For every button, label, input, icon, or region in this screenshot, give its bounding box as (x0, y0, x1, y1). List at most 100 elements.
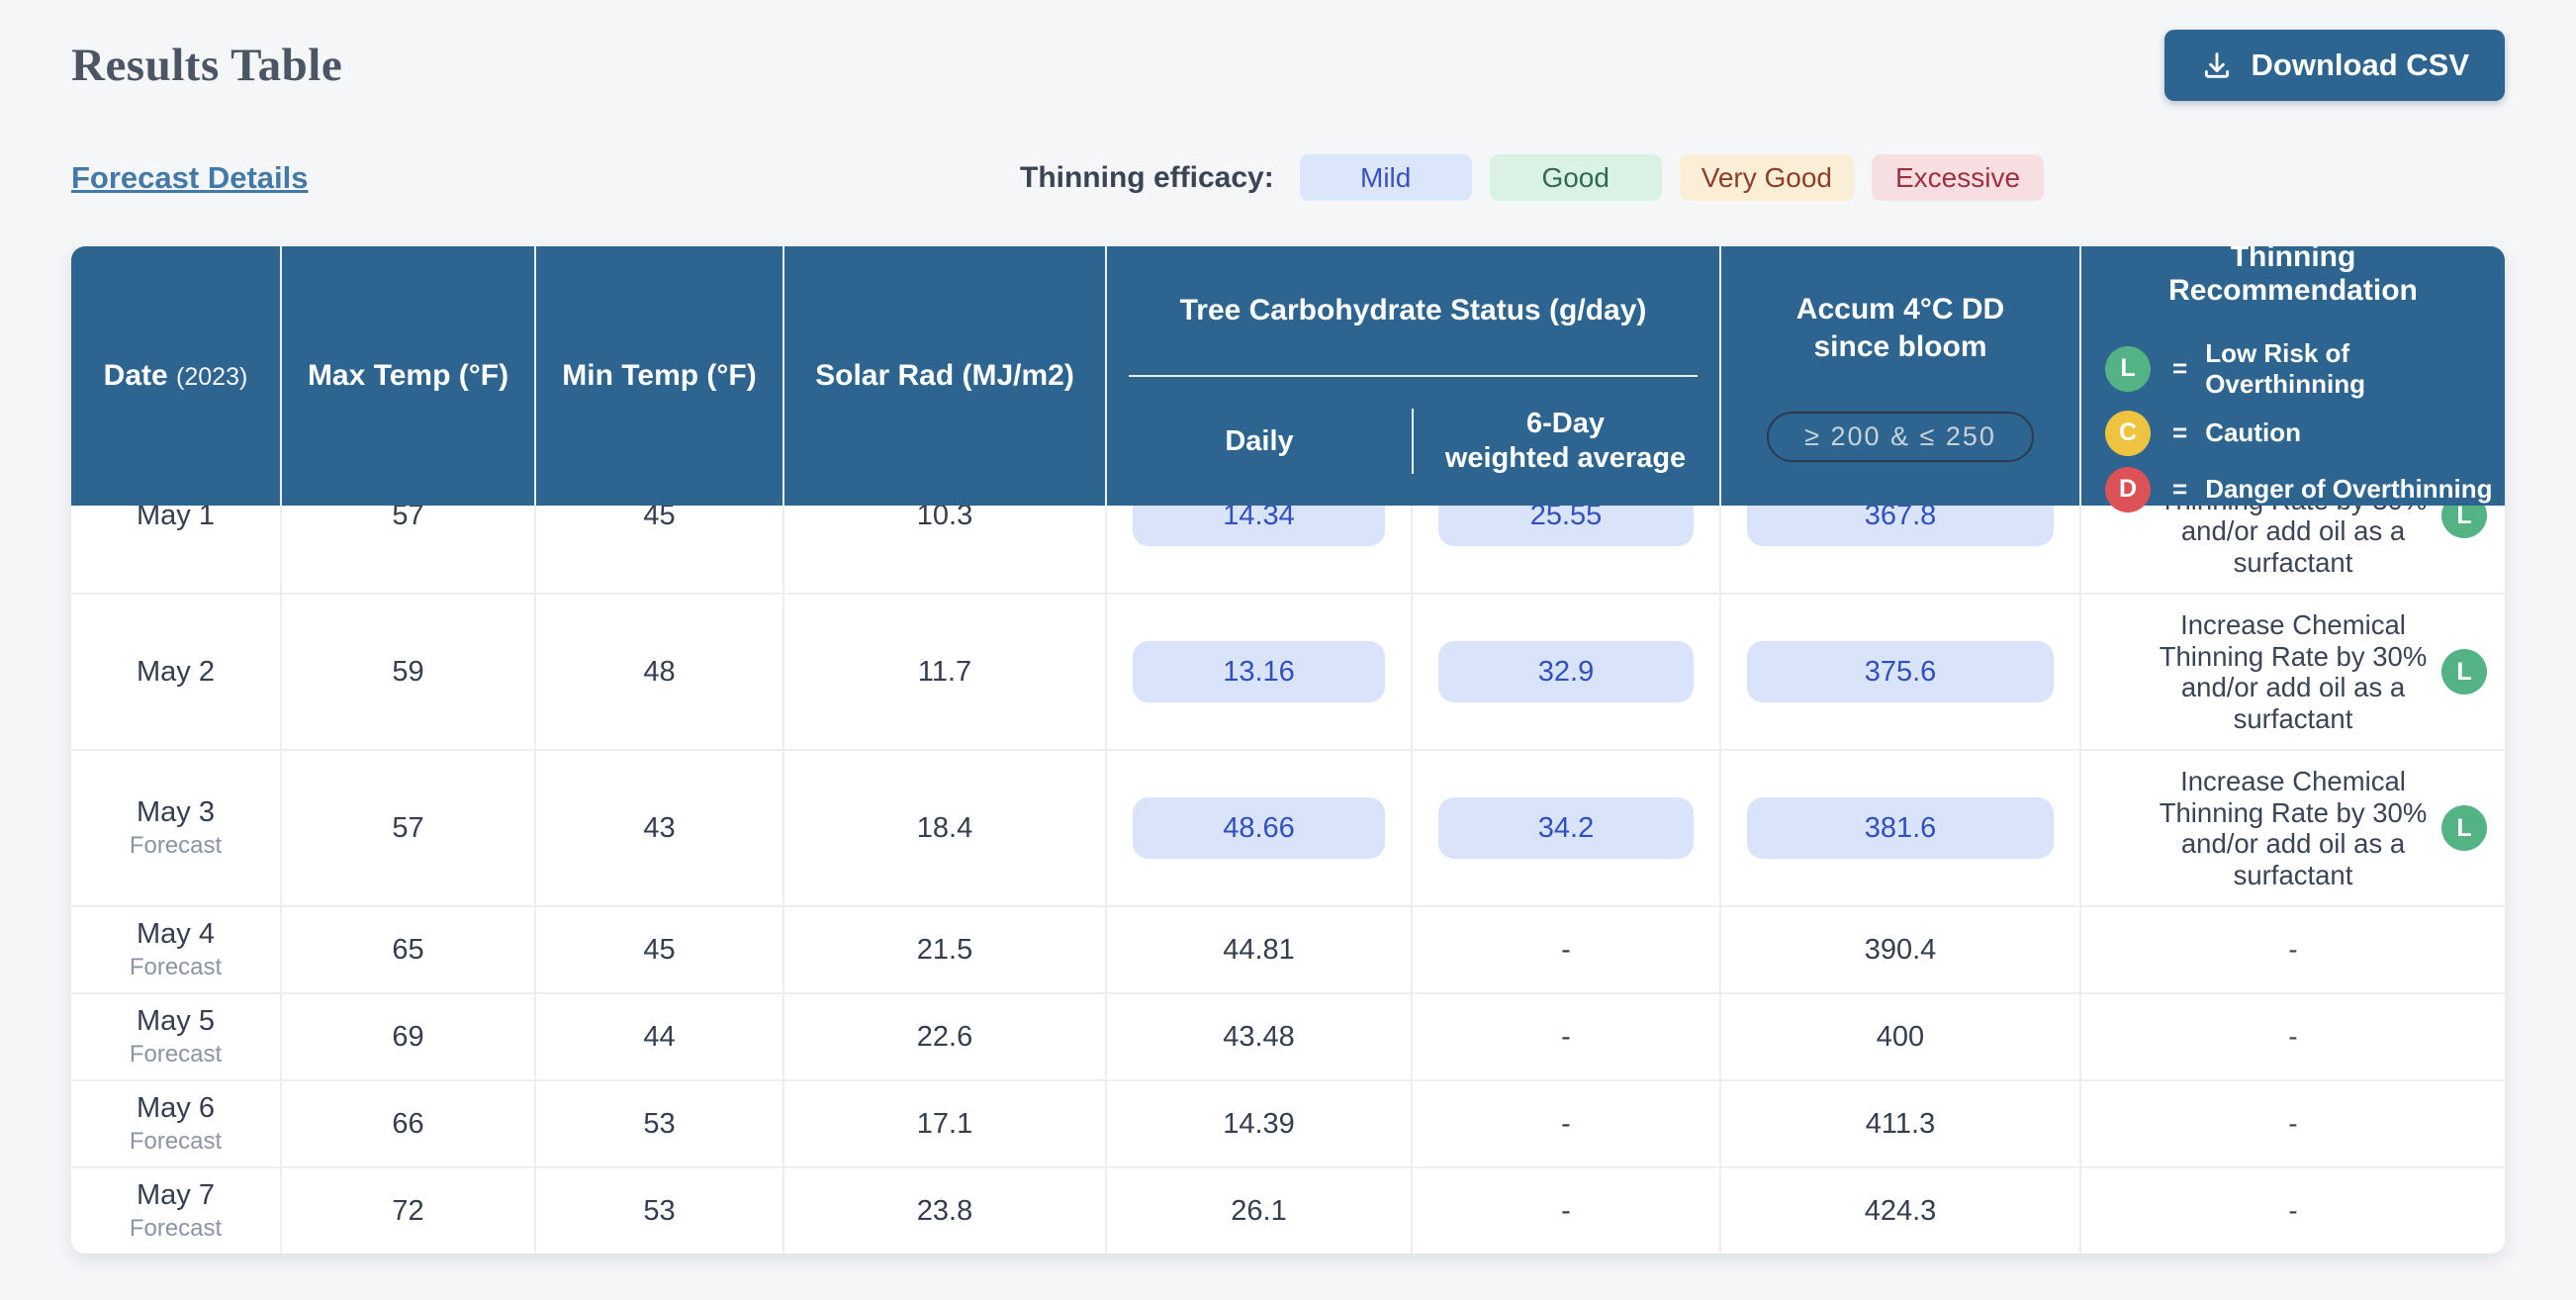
min-temp-cell: 53 (536, 1079, 784, 1166)
legend-equals: = (2172, 353, 2187, 384)
recommendation-cell: Increase Chemical Thinning Rate by 30% a… (2081, 749, 2505, 905)
solar-value: 22.6 (917, 1021, 972, 1053)
col-header-thinning-recommendation: Thinning Recommendation L = Low Risk of Ov… (2081, 246, 2505, 506)
daily-value: 48.66 (1133, 797, 1385, 859)
daily-value: 14.39 (1223, 1108, 1295, 1140)
recommendation-text: - (2149, 1108, 2438, 1140)
daily-value: 43.48 (1223, 1021, 1295, 1053)
daily-carb-cell: 14.39 (1107, 1079, 1413, 1166)
col-header-solar-rad: Solar Rad (MJ/m2) (784, 246, 1107, 506)
forecast-tag: Forecast (71, 1215, 280, 1243)
max-value: 72 (392, 1195, 423, 1227)
efficacy-badge-very-good: Very Good (1680, 154, 1854, 201)
daily-carb-cell: 26.1 (1107, 1166, 1413, 1254)
daily-carb-cell: 44.81 (1107, 905, 1413, 992)
6day-avg-cell: - (1413, 992, 1721, 1079)
dd-value: 424.3 (1865, 1195, 1937, 1227)
max-value: 59 (392, 656, 423, 688)
efficacy-badge-excessive: Excessive (1872, 154, 2044, 201)
download-csv-label: Download CSV (2252, 47, 2469, 83)
recommendation-text: - (2149, 1021, 2438, 1053)
solar-rad-cell: 18.4 (784, 749, 1107, 905)
date-cell: May 4 Forecast (71, 905, 282, 992)
6day-avg-cell: - (1413, 905, 1721, 992)
table-row: May 7 Forecast 72 53 23.8 26.1 - 424.3 - (71, 1166, 2505, 1254)
avg-value: - (1561, 934, 1571, 966)
risk-badge-l: L (2441, 805, 2487, 851)
forecast-tag: Forecast (71, 954, 280, 981)
max-temp-cell: 66 (282, 1079, 536, 1166)
6day-avg-cell: 34.2 (1413, 749, 1721, 905)
table-row: May 3 Forecast 57 43 18.4 48.66 34.2 381… (71, 749, 2505, 905)
date-cell: May 5 Forecast (71, 992, 282, 1079)
max-value: 57 (392, 812, 423, 844)
avg-value: 32.9 (1438, 641, 1694, 702)
legend-badge-d: D (2105, 467, 2151, 512)
min-value: 53 (643, 1195, 675, 1227)
solar-value: 18.4 (917, 812, 972, 844)
6day-avg-cell: - (1413, 1079, 1721, 1166)
solar-rad-cell: 23.8 (784, 1166, 1107, 1254)
recommendation-text: Increase Chemical Thinning Rate by 30% a… (2149, 609, 2438, 734)
date-value: May 7 (71, 1179, 280, 1212)
avg-value: - (1561, 1021, 1571, 1053)
table-header: Date (2023) Max Temp (°F) Min Temp (°F) … (71, 246, 2505, 506)
date-value: May 4 (71, 918, 280, 951)
legend-row-d: D=Danger of Overthinning (2105, 467, 2505, 512)
recommendation-cell: Increase Chemical Thinning Rate by 30% a… (2081, 593, 2505, 749)
solar-value: 17.1 (917, 1108, 972, 1140)
forecast-details-link[interactable]: Forecast Details (71, 160, 309, 196)
legend-row-l: L = Low Risk of Overthinning (2105, 338, 2505, 400)
min-temp-cell: 44 (536, 992, 784, 1079)
max-temp-cell: 57 (282, 749, 536, 905)
legend-badge-l: L (2105, 346, 2151, 392)
date-cell: May 2 (71, 593, 282, 749)
dd-value: 400 (1877, 1021, 1924, 1053)
min-value: 43 (643, 812, 675, 844)
max-temp-cell: 72 (282, 1166, 536, 1254)
solar-value: 21.5 (917, 934, 972, 966)
recommendation-title: Thinning Recommendation (2105, 246, 2505, 308)
download-csv-button[interactable]: Download CSV (2164, 30, 2505, 101)
legend-equals: = (2172, 418, 2187, 448)
date-cell: May 7 Forecast (71, 1166, 282, 1254)
efficacy-badge-good: Good (1490, 154, 1662, 201)
min-value: 44 (643, 1021, 675, 1053)
legend-label: Caution (2205, 418, 2301, 448)
legend-label: Danger of Overthinning (2205, 474, 2492, 505)
results-table: May 1 57 45 10.3 14.34 25.55 367.8 Incre… (71, 436, 2505, 1254)
download-icon (2200, 48, 2234, 82)
max-temp-cell: 65 (282, 905, 536, 992)
max-value: 66 (392, 1108, 423, 1140)
max-value: 65 (392, 934, 423, 966)
min-temp-cell: 48 (536, 593, 784, 749)
legend-badge-c: C (2105, 411, 2151, 456)
date-value: May 2 (71, 656, 280, 689)
recommendation-text: - (2149, 934, 2438, 966)
table-row: May 2 59 48 11.7 13.16 32.9 375.6 Increa… (71, 593, 2505, 749)
daily-carb-cell: 43.48 (1107, 992, 1413, 1079)
accum-dd-cell: 424.3 (1721, 1166, 2081, 1254)
6day-avg-cell: - (1413, 1166, 1721, 1254)
min-temp-cell: 43 (536, 749, 784, 905)
max-value: 69 (392, 1021, 423, 1053)
thinning-efficacy-label: Thinning efficacy: (1020, 161, 1274, 195)
recommendation-cell: - (2081, 992, 2505, 1079)
date-cell: May 3 Forecast (71, 749, 282, 905)
accum-dd-target-range-chip: ≥ 200 & ≤ 250 (1767, 412, 2034, 462)
avg-value: 34.2 (1438, 797, 1694, 859)
min-temp-cell: 53 (536, 1166, 784, 1254)
dd-value: 375.6 (1747, 641, 2054, 702)
col-header-min-temp: Min Temp (°F) (536, 246, 784, 506)
recommendation-legend: L = Low Risk of Overthinning C = Caution D=Dan… (2105, 327, 2505, 512)
sub-bar: Forecast Details Thinning efficacy: Mild… (71, 154, 2505, 201)
table-row: May 4 Forecast 65 45 21.5 44.81 - 390.4 … (71, 905, 2505, 992)
results-table-card: May 1 57 45 10.3 14.34 25.55 367.8 Incre… (71, 246, 2505, 1254)
table-row: May 5 Forecast 69 44 22.6 43.48 - 400 - (71, 992, 2505, 1079)
forecast-tag: Forecast (71, 1041, 280, 1068)
dd-value: 411.3 (1866, 1108, 1935, 1140)
legend-label: Low Risk of Overthinning (2205, 338, 2505, 400)
date-value: May 3 (71, 796, 280, 829)
col-header-carbohydrate-group: Tree Carbohydrate Status (g/day) Daily 6… (1107, 246, 1721, 506)
solar-rad-cell: 11.7 (784, 593, 1107, 749)
